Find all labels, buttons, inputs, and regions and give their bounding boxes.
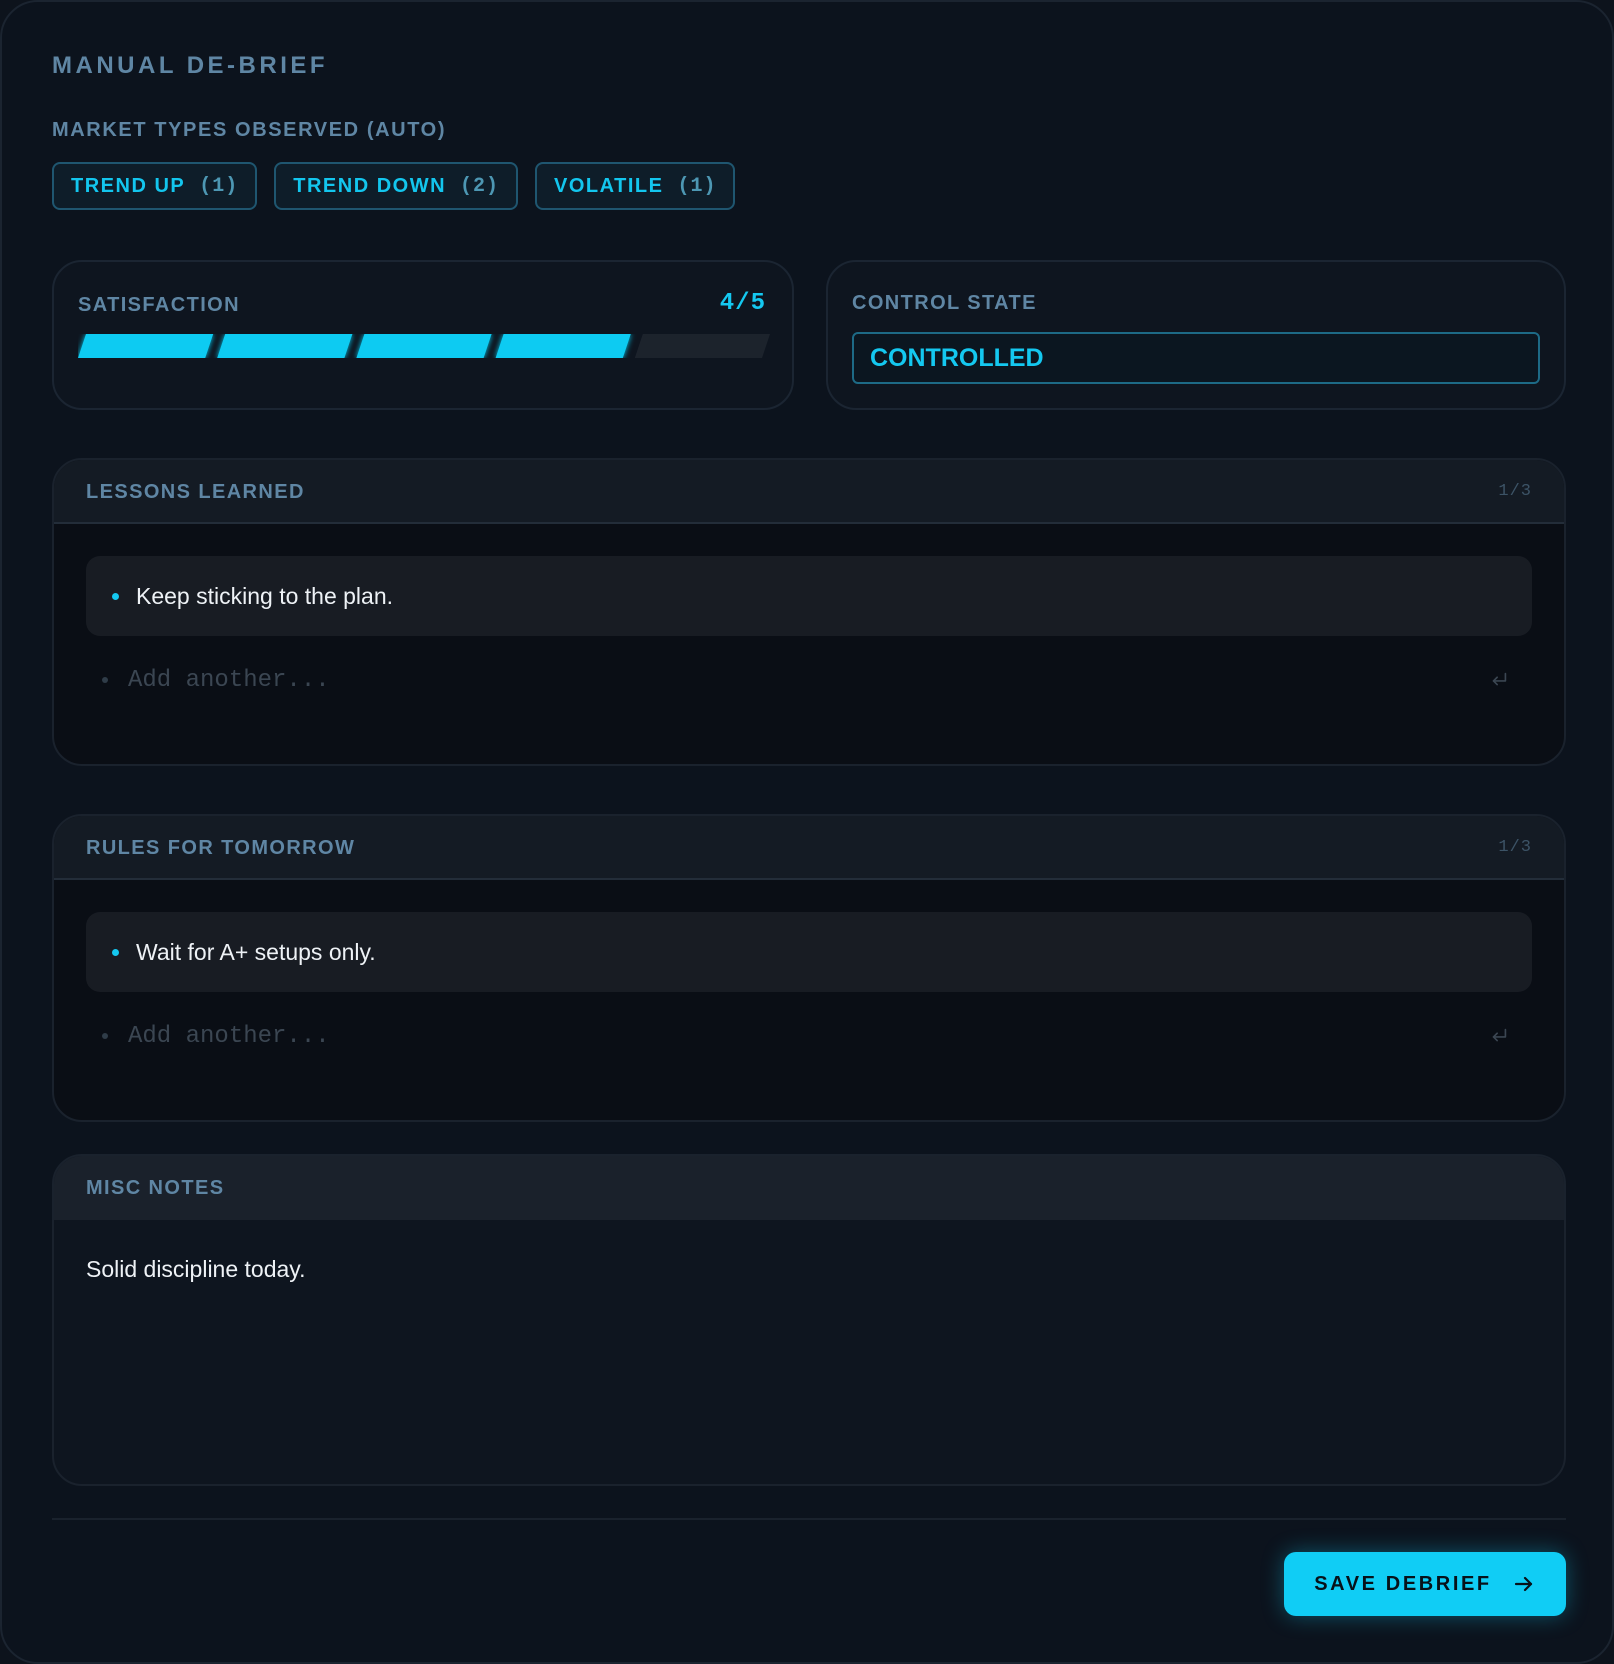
save-button-label: SAVE DEBRIEF — [1314, 1572, 1492, 1595]
section-count: 1/3 — [1498, 838, 1532, 857]
control-state-value: CONTROLLED — [870, 343, 1044, 372]
section-title: LESSONS LEARNED — [86, 481, 305, 503]
market-types-label: MARKET TYPES OBSERVED (AUTO) — [52, 119, 447, 141]
satisfaction-rating-bar[interactable] — [78, 334, 770, 358]
tag-trend-up[interactable]: TREND UP (1) — [52, 162, 258, 210]
page-title: MANUAL DE-BRIEF — [52, 52, 329, 79]
rating-segment-filled[interactable] — [356, 334, 492, 358]
satisfaction-value: 4/5 — [719, 290, 766, 317]
control-state-card: CONTROL STATE CONTROLLED — [826, 260, 1566, 410]
footer-divider — [52, 1518, 1566, 1520]
control-state-label: CONTROL STATE — [852, 292, 1037, 314]
lessons-learned-section: LESSONS LEARNED 1/3 Keep sticking to the… — [52, 458, 1566, 766]
add-rule-input[interactable] — [126, 1021, 1488, 1051]
tag-count: (2) — [460, 174, 500, 198]
rule-item-text: Wait for A+ setups only. — [136, 938, 376, 965]
section-count: 1/3 — [1498, 482, 1532, 501]
enter-return-icon[interactable] — [1488, 669, 1510, 691]
section-title: RULES FOR TOMORROW — [86, 837, 356, 859]
bullet-icon — [112, 948, 119, 956]
add-lesson-input[interactable] — [126, 665, 1488, 695]
market-type-tags: TREND UP (1) TREND DOWN (2) VOLATILE (1) — [52, 162, 736, 210]
rating-segment-empty[interactable] — [634, 334, 770, 358]
add-rule-row — [102, 1016, 1510, 1056]
rating-segment-filled[interactable] — [495, 334, 631, 358]
tag-volatile[interactable]: VOLATILE (1) — [535, 162, 736, 210]
misc-notes-section: MISC NOTES Solid discipline today. — [52, 1154, 1566, 1486]
rating-segment-filled[interactable] — [217, 334, 353, 358]
rules-header: RULES FOR TOMORROW 1/3 — [54, 816, 1564, 880]
tag-trend-down[interactable]: TREND DOWN (2) — [274, 162, 519, 210]
control-state-select[interactable]: CONTROLLED — [852, 332, 1540, 384]
lesson-item[interactable]: Keep sticking to the plan. — [86, 556, 1532, 636]
add-lesson-row — [102, 660, 1510, 700]
arrow-right-icon — [1514, 1576, 1532, 1592]
section-title: MISC NOTES — [86, 1177, 225, 1199]
tag-name: VOLATILE — [554, 174, 664, 197]
save-debrief-button[interactable]: SAVE DEBRIEF — [1284, 1552, 1566, 1616]
lessons-learned-header: LESSONS LEARNED 1/3 — [54, 460, 1564, 524]
tag-count: (1) — [199, 174, 239, 198]
enter-return-icon[interactable] — [1488, 1025, 1510, 1047]
rules-for-tomorrow-section: RULES FOR TOMORROW 1/3 Wait for A+ setup… — [52, 814, 1566, 1122]
satisfaction-card: SATISFACTION 4/5 — [52, 260, 794, 410]
satisfaction-label: SATISFACTION — [78, 294, 240, 316]
misc-notes-textarea[interactable]: Solid discipline today. — [86, 1256, 305, 1283]
bullet-icon — [102, 1033, 108, 1039]
debrief-panel: MANUAL DE-BRIEF MARKET TYPES OBSERVED (A… — [0, 0, 1614, 1664]
bullet-icon — [112, 592, 119, 600]
tag-name: TREND DOWN — [293, 174, 447, 197]
lesson-item-text: Keep sticking to the plan. — [136, 582, 393, 609]
rule-item[interactable]: Wait for A+ setups only. — [86, 912, 1532, 992]
misc-notes-header: MISC NOTES — [54, 1156, 1564, 1220]
tag-name: TREND UP — [71, 174, 186, 197]
bullet-icon — [102, 677, 108, 683]
rating-segment-filled[interactable] — [78, 334, 214, 358]
tag-count: (1) — [677, 174, 717, 198]
